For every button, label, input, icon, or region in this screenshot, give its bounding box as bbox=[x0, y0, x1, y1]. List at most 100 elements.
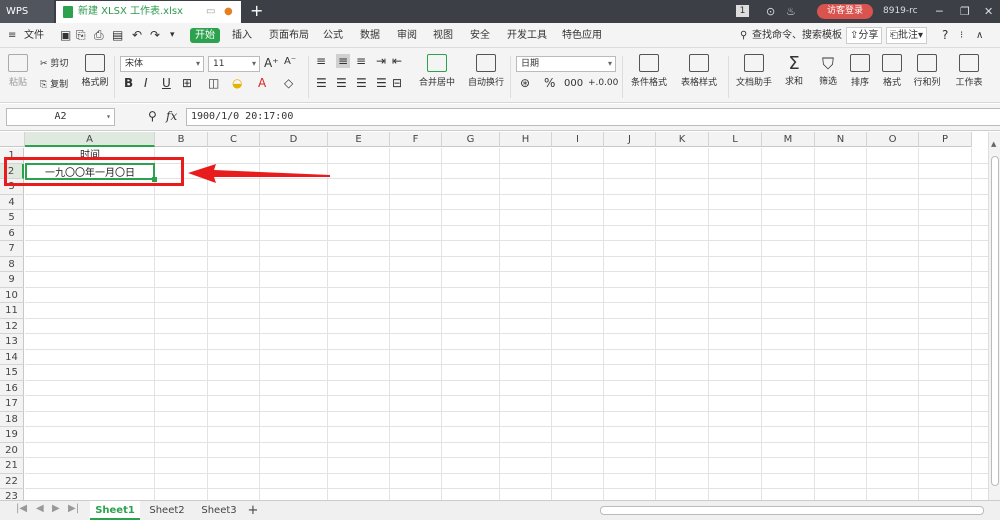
column-header[interactable]: E bbox=[328, 132, 390, 147]
align-bottom-icon[interactable]: ≡ bbox=[356, 54, 366, 68]
justify-icon[interactable]: ☰ bbox=[376, 76, 387, 90]
share-button[interactable]: ⇪分享 bbox=[846, 27, 883, 44]
wps-app-button[interactable]: WPS bbox=[0, 0, 54, 23]
new-tab-button[interactable]: + bbox=[250, 1, 263, 20]
horizontal-scrollbar[interactable] bbox=[600, 506, 984, 515]
export-icon[interactable]: ⎘ bbox=[76, 23, 86, 48]
row-header[interactable]: 19 bbox=[0, 427, 24, 443]
sheet-tab-sheet1[interactable]: Sheet1 bbox=[90, 501, 140, 520]
add-sheet-button[interactable]: + bbox=[246, 501, 260, 520]
row-header[interactable]: 9 bbox=[0, 272, 24, 288]
bold-button[interactable]: B bbox=[124, 76, 133, 90]
doc-helper-button[interactable]: 文档助手 bbox=[736, 54, 772, 88]
column-header[interactable]: P bbox=[919, 132, 972, 147]
column-header[interactable]: H bbox=[500, 132, 552, 147]
sum-button[interactable]: Σ 求和 bbox=[782, 54, 806, 88]
row-header[interactable]: 22 bbox=[0, 473, 24, 489]
wrap-text-button[interactable]: 自动换行 bbox=[466, 54, 506, 88]
window-icon[interactable]: ▭ bbox=[206, 1, 215, 23]
close-icon[interactable]: ✕ bbox=[984, 0, 993, 23]
rows-cols-button[interactable]: 行和列 bbox=[912, 54, 942, 88]
sort-button[interactable]: 排序 bbox=[848, 54, 872, 88]
cut-button[interactable]: ✂ 剪切 bbox=[40, 56, 68, 69]
column-header[interactable]: F bbox=[390, 132, 442, 147]
column-header[interactable]: G bbox=[442, 132, 500, 147]
undo-icon[interactable]: ↶ bbox=[132, 23, 142, 48]
tab-data[interactable]: 数据 bbox=[360, 23, 380, 48]
row-header[interactable]: 16 bbox=[0, 380, 24, 396]
clear-format-icon[interactable]: ◇ bbox=[284, 76, 293, 90]
tab-security[interactable]: 安全 bbox=[470, 23, 490, 48]
save-icon[interactable]: ▣ bbox=[60, 23, 71, 48]
number-format-select[interactable]: 日期 ▾ bbox=[516, 56, 616, 72]
column-header[interactable]: M bbox=[762, 132, 815, 147]
last-sheet-icon[interactable]: ▶| bbox=[68, 503, 79, 514]
decrease-decimal-icon[interactable]: .00 bbox=[604, 78, 618, 88]
print-icon[interactable]: ⎙ bbox=[94, 23, 104, 48]
row-header[interactable]: 15 bbox=[0, 365, 24, 381]
vertical-scrollbar[interactable]: ▲ bbox=[988, 132, 1000, 500]
name-box[interactable]: A2 ▾ bbox=[6, 108, 115, 126]
column-header[interactable]: B bbox=[155, 132, 208, 147]
increase-font-icon[interactable]: A⁺ bbox=[264, 56, 279, 70]
document-tab[interactable]: 新建 XLSX 工作表.xlsx ▭ ● bbox=[56, 1, 241, 23]
fx-icon[interactable]: fx bbox=[166, 109, 177, 123]
percent-icon[interactable]: % bbox=[544, 76, 555, 90]
column-header[interactable]: D bbox=[260, 132, 328, 147]
row-header[interactable]: 8 bbox=[0, 256, 24, 272]
indent-icon[interactable]: ⇥ bbox=[376, 54, 386, 68]
border-icon[interactable]: ⊞ bbox=[182, 76, 192, 90]
skin-icon[interactable]: ⊙ bbox=[766, 0, 775, 23]
align-middle-icon[interactable]: ≡ bbox=[336, 54, 351, 68]
sheet-tab-sheet2[interactable]: Sheet2 bbox=[142, 501, 192, 520]
menu-file[interactable]: 文件 bbox=[24, 23, 44, 48]
command-search[interactable]: 查找命令、搜索模板 bbox=[752, 23, 842, 48]
gift-icon[interactable]: ♨ bbox=[786, 0, 796, 23]
align-center-icon[interactable]: ☰ bbox=[336, 76, 347, 90]
font-color-icon[interactable]: A bbox=[258, 76, 266, 90]
highlight-icon[interactable]: ◒ bbox=[232, 76, 242, 90]
column-header[interactable]: J bbox=[604, 132, 656, 147]
underline-button[interactable]: U bbox=[162, 76, 171, 90]
scroll-up-icon[interactable]: ▲ bbox=[991, 140, 996, 148]
column-header[interactable]: C bbox=[208, 132, 260, 147]
column-header[interactable]: I bbox=[552, 132, 604, 147]
filter-button[interactable]: ⛉ 筛选 bbox=[816, 54, 840, 87]
row-header[interactable]: 23 bbox=[0, 489, 24, 500]
paste-button[interactable]: 粘贴 bbox=[6, 54, 30, 88]
row-header[interactable]: 4 bbox=[0, 194, 24, 210]
search-icon[interactable]: ⚲ bbox=[740, 23, 747, 48]
table-style-button[interactable]: 表格样式 bbox=[678, 54, 720, 88]
restore-icon[interactable]: ❐ bbox=[960, 0, 970, 23]
merge-center-button[interactable]: 合并居中 bbox=[416, 54, 458, 88]
fill-color-icon[interactable]: ◫ bbox=[208, 76, 219, 90]
decrease-font-icon[interactable]: A⁻ bbox=[284, 56, 296, 67]
tab-formula[interactable]: 公式 bbox=[323, 23, 343, 48]
column-header[interactable]: K bbox=[656, 132, 709, 147]
tab-view[interactable]: 视图 bbox=[433, 23, 453, 48]
increase-decimal-icon[interactable]: +.0 bbox=[588, 78, 604, 88]
italic-button[interactable]: I bbox=[144, 76, 148, 90]
tab-page-layout[interactable]: 页面布局 bbox=[269, 23, 309, 48]
row-header[interactable]: 12 bbox=[0, 318, 24, 334]
column-header[interactable]: L bbox=[709, 132, 762, 147]
column-header[interactable]: N bbox=[815, 132, 867, 147]
preview-icon[interactable]: ▤ bbox=[112, 23, 123, 48]
column-header[interactable]: A bbox=[25, 132, 155, 147]
notification-badge[interactable]: 1 bbox=[736, 5, 749, 17]
unsaved-dot-icon[interactable]: ● bbox=[224, 1, 233, 23]
font-size-select[interactable]: 11 ▾ bbox=[208, 56, 260, 72]
row-header[interactable]: 20 bbox=[0, 442, 24, 458]
login-button[interactable]: 访客登录 bbox=[817, 4, 873, 19]
tab-special[interactable]: 特色应用 bbox=[562, 23, 602, 48]
more-icon[interactable]: ▾ bbox=[170, 23, 175, 48]
row-header[interactable]: 18 bbox=[0, 411, 24, 427]
row-header[interactable]: 6 bbox=[0, 225, 24, 241]
align-left-icon[interactable]: ☰ bbox=[316, 76, 327, 90]
font-name-select[interactable]: 宋体 ▾ bbox=[120, 56, 204, 72]
worksheet-button[interactable]: 工作表 bbox=[952, 54, 986, 88]
format-painter-button[interactable]: 格式刷 bbox=[80, 54, 110, 88]
tab-review[interactable]: 审阅 bbox=[397, 23, 417, 48]
tab-developer[interactable]: 开发工具 bbox=[507, 23, 547, 48]
conditional-format-button[interactable]: 条件格式 bbox=[628, 54, 670, 88]
